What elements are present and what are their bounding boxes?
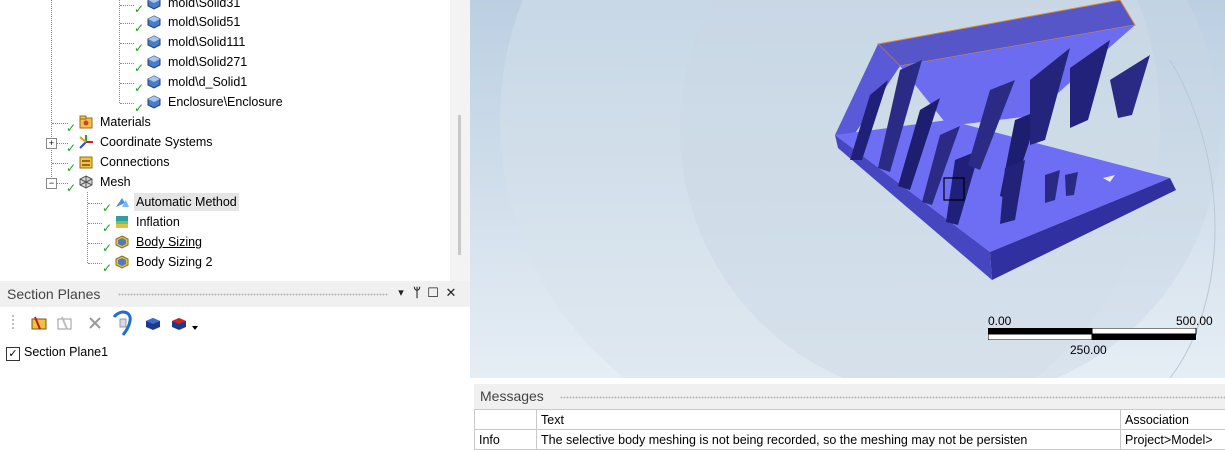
tree-item-label: Automatic Method — [134, 193, 239, 211]
body-icon — [146, 94, 162, 110]
check-icon: ✓ — [66, 182, 76, 194]
check-icon: ✓ — [102, 262, 112, 274]
body-sizing-icon — [114, 254, 130, 270]
edit-section-plane-icon[interactable] — [56, 315, 74, 331]
tree-item-label: mold\Solid51 — [166, 13, 242, 31]
check-icon: ✓ — [66, 162, 76, 174]
section-planes-title: Section Planes — [7, 286, 100, 302]
tree-connector — [51, 0, 52, 183]
tree-connector — [119, 0, 120, 103]
body-icon — [146, 0, 162, 11]
check-icon: ✓ — [66, 142, 76, 154]
tree-connector — [88, 243, 102, 244]
close-icon[interactable]: ✕ — [444, 285, 458, 301]
panel-menu-dropdown-icon[interactable]: ▾ — [394, 285, 408, 301]
messages-title: Messages — [480, 388, 544, 404]
tree-item-label: Mesh — [98, 173, 133, 191]
check-icon: ✓ — [102, 202, 112, 214]
section-plane-item[interactable]: ✓ Section Plane1 — [6, 345, 206, 363]
body-icon — [146, 14, 162, 30]
toolbar-grip-icon — [10, 313, 16, 333]
column-header-association[interactable]: Association — [1121, 410, 1225, 430]
section-plane-label: Section Plane1 — [24, 345, 108, 359]
message-row[interactable]: Info The selective body meshing is not b… — [475, 430, 1225, 450]
tree-item-label: Enclosure\Enclosure — [166, 93, 285, 111]
new-section-plane-icon[interactable] — [30, 315, 48, 331]
automatic-method-icon — [114, 194, 130, 210]
tree-item-label: Body Sizing — [134, 233, 204, 251]
show-whole-elements-icon[interactable] — [110, 309, 136, 337]
tree-item-label: Body Sizing 2 — [134, 253, 214, 271]
tree-connector — [120, 103, 134, 104]
column-header-type[interactable] — [475, 410, 537, 430]
tree-item-label: Inflation — [134, 213, 182, 231]
body-sizing-icon — [114, 234, 130, 250]
header-grip — [118, 293, 388, 296]
section-plane-list: ✓ Section Plane1 — [6, 345, 206, 363]
cap-section-red-icon[interactable] — [170, 315, 188, 331]
tree-item-label: mold\Solid31 — [166, 0, 242, 12]
scale-label-start: 0.00 — [988, 314, 1011, 328]
tree-item-label: mold\d_Solid1 — [166, 73, 249, 91]
section-planes-header: Section Planes ▾ ᛘ ☐ ✕ — [0, 281, 470, 308]
messages-panel: Messages Text Association Info The selec… — [474, 384, 1225, 445]
tree-item-label: Materials — [98, 113, 153, 131]
tree-item-label: Connections — [98, 153, 172, 171]
tree-connector — [88, 263, 102, 264]
tree-connector — [88, 223, 102, 224]
tree-item-label: Coordinate Systems — [98, 133, 215, 151]
message-association: Project>Model> — [1121, 430, 1225, 450]
messages-table: Text Association Info The selective body… — [474, 409, 1225, 450]
collapse-mesh-toggle[interactable]: − — [46, 178, 57, 189]
model-view[interactable] — [470, 0, 1225, 378]
tree-connector — [88, 203, 102, 204]
tree-item-label: mold\Solid271 — [166, 53, 249, 71]
check-icon: ✓ — [102, 242, 112, 254]
pin-icon[interactable]: ᛘ — [410, 285, 424, 301]
check-icon: ✓ — [66, 122, 76, 134]
check-icon: ✓ — [134, 82, 144, 94]
scale-bar — [988, 328, 1208, 340]
message-type: Info — [475, 430, 537, 450]
body-icon — [146, 54, 162, 70]
graphics-viewport[interactable]: 0.00 500.00 250.00 — [470, 0, 1225, 378]
message-text: The selective body meshing is not being … — [537, 430, 1121, 450]
check-icon: ✓ — [134, 42, 144, 54]
section-planes-panel: Section Planes ▾ ᛘ ☐ ✕ ✓ Section Plane1 — [0, 281, 470, 445]
connections-icon — [78, 154, 94, 170]
scale-label-end: 500.00 — [1176, 314, 1213, 328]
body-icon — [146, 34, 162, 50]
tree-connector — [120, 63, 134, 64]
check-icon: ✓ — [102, 222, 112, 234]
messages-header-row: Text Association — [475, 410, 1225, 430]
expand-coordinate-systems-toggle[interactable]: + — [46, 138, 57, 149]
check-icon: ✓ — [134, 22, 144, 34]
tree-connector — [120, 83, 134, 84]
cap-section-blue-icon[interactable] — [144, 315, 162, 331]
tree-connector — [120, 5, 134, 6]
tree-item-label: mold\Solid111 — [166, 33, 247, 51]
inflation-icon — [114, 214, 130, 230]
scale-label-mid: 250.00 — [1070, 343, 1107, 357]
tree-scrollbar-thumb[interactable] — [458, 115, 461, 255]
chevron-down-icon[interactable] — [190, 315, 200, 331]
mesh-icon — [78, 174, 94, 190]
column-header-text[interactable]: Text — [537, 410, 1121, 430]
section-plane-checkbox[interactable]: ✓ — [6, 347, 20, 361]
section-planes-toolbar — [0, 307, 470, 339]
project-tree: + − ✓ mold\Solid31 ✓ mold\Solid51 ✓ mold… — [0, 0, 470, 281]
tree-connector — [120, 23, 134, 24]
check-icon: ✓ — [134, 62, 144, 74]
delete-section-plane-icon[interactable] — [86, 315, 104, 331]
coordinate-systems-icon — [78, 134, 94, 150]
messages-header: Messages — [474, 384, 1225, 409]
body-icon — [146, 74, 162, 90]
materials-icon — [78, 114, 94, 130]
maximize-icon[interactable]: ☐ — [426, 285, 440, 301]
header-grip — [560, 396, 1225, 399]
check-icon: ✓ — [134, 3, 144, 15]
tree-connector — [120, 43, 134, 44]
